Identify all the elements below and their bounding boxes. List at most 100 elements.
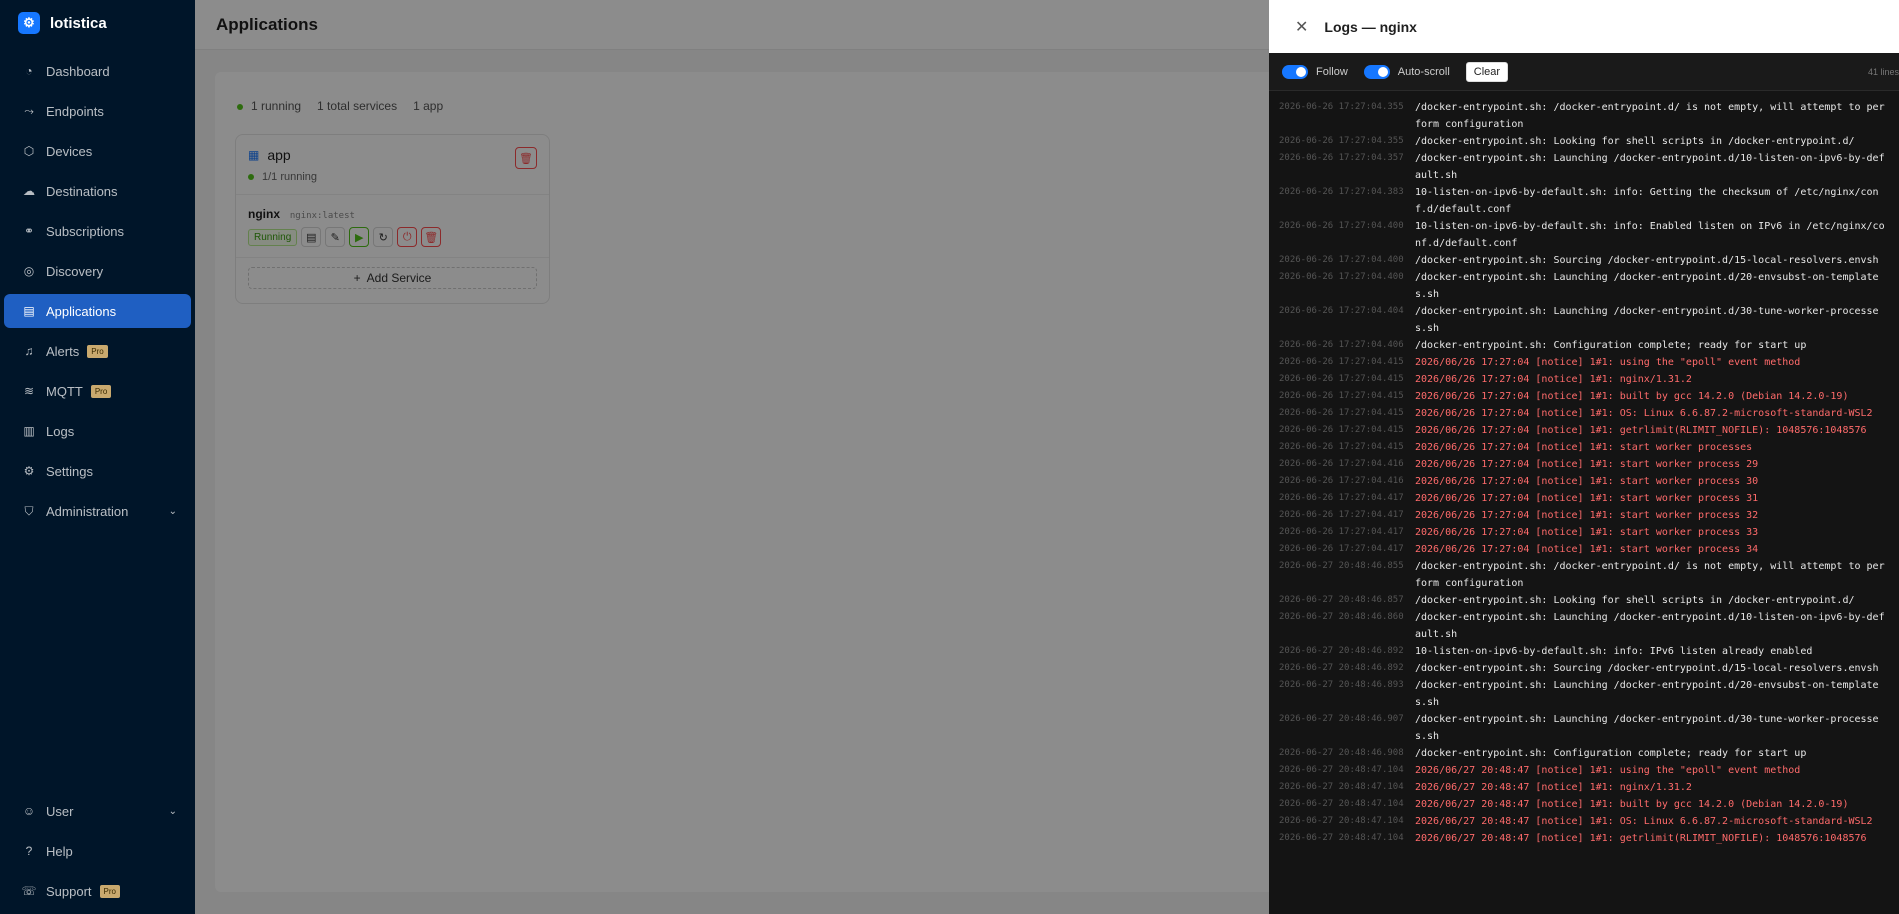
sidebar-item-label: Subscriptions <box>46 223 125 239</box>
log-timestamp: 2026-06-26 17:27:04.355 <box>1279 136 1404 146</box>
log-line: 2026-06-26 17:27:04.406/docker-entrypoin… <box>1279 337 1889 354</box>
sidebar-item-label: Settings <box>46 463 93 479</box>
log-line: 2026-06-26 17:27:04.416 2026/06/26 17:27:… <box>1279 473 1889 490</box>
log-line: 2026-06-26 17:27:04.404/docker-entrypoin… <box>1279 303 1889 337</box>
log-message: /docker-entrypoint.sh: Launching /docker… <box>1415 153 1885 181</box>
autoscroll-label: Auto-scroll <box>1397 65 1450 78</box>
log-message: 10-listen-on-ipv6-by-default.sh: info: G… <box>1415 187 1879 215</box>
log-line: 2026-06-26 17:27:04.400/docker-entrypoin… <box>1279 269 1889 303</box>
chevron-down-icon: ⌄ <box>168 505 177 517</box>
log-timestamp: 2026-06-27 20:48:46.857 <box>1279 595 1404 605</box>
sidebar-item-label: Devices <box>46 143 93 159</box>
log-timestamp: 2026-06-26 17:27:04.417 <box>1279 544 1404 554</box>
log-message: /docker-entrypoint.sh: Configuration com… <box>1415 340 1807 351</box>
close-icon[interactable]: ✕ <box>1295 17 1308 37</box>
devices-icon: ⬡ <box>23 144 35 158</box>
shield-icon: ⛉ <box>24 503 34 518</box>
sidebar-item-settings[interactable]: ⚙ Settings <box>4 454 191 488</box>
bell-icon: ♫ <box>24 344 34 358</box>
sidebar-item-destinations[interactable]: ☁ Destinations <box>4 174 191 208</box>
log-line: 2026-06-27 20:48:46.855/docker-entrypoin… <box>1279 558 1889 592</box>
sidebar-item-devices[interactable]: ⬡ Devices <box>4 134 191 168</box>
sidebar-item-discovery[interactable]: ◎ Discovery <box>4 254 191 288</box>
log-timestamp: 2026-06-27 20:48:47.104 <box>1279 782 1404 792</box>
log-timestamp: 2026-06-26 17:27:04.416 <box>1279 476 1404 486</box>
wifi-icon: ≋ <box>23 384 35 398</box>
log-output[interactable]: 2026-06-26 17:27:04.355/docker-entrypoin… <box>1269 91 1899 847</box>
log-timestamp: 2026-06-27 20:48:46.892 <box>1279 663 1404 673</box>
log-message: /docker-entrypoint.sh: Sourcing /docker-… <box>1415 255 1879 266</box>
sidebar-item-mqtt[interactable]: ≋ MQTT Pro <box>4 374 191 408</box>
log-message: /docker-entrypoint.sh: Launching /docker… <box>1415 680 1879 708</box>
drawer-title: Logs — nginx <box>1324 18 1417 35</box>
log-line: 2026-06-26 17:27:04.415 2026/06/26 17:27:… <box>1279 388 1889 405</box>
log-line: 2026-06-27 20:48:47.104 2026/06/27 20:48:… <box>1279 796 1889 813</box>
log-timestamp: 2026-06-26 17:27:04.400 <box>1279 272 1404 282</box>
sidebar-item-user[interactable]: ☺ User ⌄ <box>4 794 191 828</box>
log-timestamp: 2026-06-26 17:27:04.415 <box>1279 391 1404 401</box>
logo-icon: ⚙ <box>18 12 40 34</box>
log-message: /docker-entrypoint.sh: Sourcing /docker-… <box>1415 663 1879 674</box>
log-message: 2026/06/26 17:27:04 [notice] 1#1: using … <box>1415 357 1801 368</box>
log-message: 2026/06/26 17:27:04 [notice] 1#1: getrli… <box>1415 425 1867 436</box>
log-message: 2026/06/26 17:27:04 [notice] 1#1: start … <box>1415 442 1753 453</box>
log-message: 10-listen-on-ipv6-by-default.sh: info: E… <box>1415 221 1885 249</box>
logs-icon: ▥ <box>23 424 35 438</box>
sidebar-nav: ◔ Dashboard ⤳ Endpoints ⬡ Devices ☁ Destination… <box>0 54 195 528</box>
line-count: 41 lines <box>1867 66 1899 77</box>
subscriptions-icon: ⚭ <box>23 224 35 238</box>
log-line: 2026-06-26 17:27:04.415 2026/06/26 17:27:… <box>1279 371 1889 388</box>
pro-badge: Pro <box>99 884 120 898</box>
log-message: 2026/06/27 20:48:47 [notice] 1#1: using … <box>1415 765 1801 776</box>
log-message: 10-listen-on-ipv6-by-default.sh: info: I… <box>1415 646 1813 657</box>
log-line: 2026-06-27 20:48:46.908/docker-entrypoin… <box>1279 745 1889 762</box>
log-line: 2026-06-27 20:48:46.893/docker-entrypoin… <box>1279 677 1889 711</box>
log-line: 2026-06-26 17:27:04.416 2026/06/26 17:27:… <box>1279 456 1889 473</box>
sidebar-item-administration[interactable]: ⛉ Administration ⌄ <box>4 494 191 528</box>
sidebar-item-subscriptions[interactable]: ⚭ Subscriptions <box>4 214 191 248</box>
sidebar-item-alerts[interactable]: ♫ Alerts Pro <box>4 334 191 368</box>
sidebar-item-support[interactable]: ☏ Support Pro <box>4 874 191 908</box>
log-message: /docker-entrypoint.sh: Launching /docker… <box>1415 306 1879 334</box>
log-timestamp: 2026-06-26 17:27:04.415 <box>1279 357 1404 367</box>
autoscroll-toggle[interactable] <box>1363 64 1390 79</box>
clear-button[interactable]: Clear <box>1465 61 1509 82</box>
log-timestamp: 2026-06-26 17:27:04.383 <box>1279 187 1404 197</box>
log-message: /docker-entrypoint.sh: Looking for shell… <box>1415 136 1855 147</box>
applications-icon: ▤ <box>23 304 35 318</box>
dashboard-icon: ◔ <box>25 64 33 78</box>
log-message: /docker-entrypoint.sh: Launching /docker… <box>1415 714 1879 742</box>
log-line: 2026-06-26 17:27:04.415 2026/06/26 17:27:… <box>1279 422 1889 439</box>
brand[interactable]: ⚙ lotistica <box>0 0 195 46</box>
drawer-header: ✕ Logs — nginx <box>1269 0 1899 53</box>
log-timestamp: 2026-06-26 17:27:04.406 <box>1279 340 1404 350</box>
log-line: 2026-06-27 20:48:47.104 2026/06/27 20:48:… <box>1279 813 1889 830</box>
sidebar-item-help[interactable]: ? Help <box>4 834 191 868</box>
log-message: /docker-entrypoint.sh: Configuration com… <box>1415 748 1807 759</box>
log-message: /docker-entrypoint.sh: Launching /docker… <box>1415 272 1879 300</box>
sidebar-item-label: Support <box>46 883 92 899</box>
log-line: 2026-06-27 20:48:46.860/docker-entrypoin… <box>1279 609 1889 643</box>
sidebar-item-applications[interactable]: ▤ Applications <box>4 294 191 328</box>
sidebar-item-label: Help <box>46 843 73 859</box>
follow-toggle[interactable] <box>1282 64 1308 79</box>
sidebar-item-label: Administration <box>46 503 129 519</box>
log-line: 2026-06-26 17:27:04.400 10-listen-on-ipv6… <box>1279 218 1889 252</box>
log-timestamp: 2026-06-27 20:48:46.860 <box>1279 612 1404 622</box>
gear-icon: ⚙ <box>23 464 35 478</box>
sidebar-item-endpoints[interactable]: ⤳ Endpoints <box>4 94 191 128</box>
chevron-down-icon: ⌄ <box>168 805 177 817</box>
sidebar-item-label: Destinations <box>46 183 118 199</box>
log-timestamp: 2026-06-26 17:27:04.400 <box>1279 255 1404 265</box>
log-timestamp: 2026-06-26 17:27:04.417 <box>1279 510 1404 520</box>
log-timestamp: 2026-06-27 20:48:47.104 <box>1279 816 1404 826</box>
log-message: /docker-entrypoint.sh: Looking for shell… <box>1415 595 1855 606</box>
log-message: 2026/06/26 17:27:04 [notice] 1#1: OS: Li… <box>1415 408 1873 419</box>
sidebar-item-logs[interactable]: ▥ Logs <box>4 414 191 448</box>
log-line: 2026-06-26 17:27:04.417 2026/06/26 17:27:… <box>1279 507 1889 524</box>
log-line: 2026-06-27 20:48:46.892/docker-entrypoin… <box>1279 660 1889 677</box>
log-message: 2026/06/27 20:48:47 [notice] 1#1: OS: Li… <box>1415 816 1873 827</box>
log-line: 2026-06-26 17:27:04.383 10-listen-on-ipv6… <box>1279 184 1889 218</box>
sidebar-item-dashboard[interactable]: ◔ Dashboard <box>4 54 191 88</box>
support-icon: ☏ <box>21 884 37 898</box>
